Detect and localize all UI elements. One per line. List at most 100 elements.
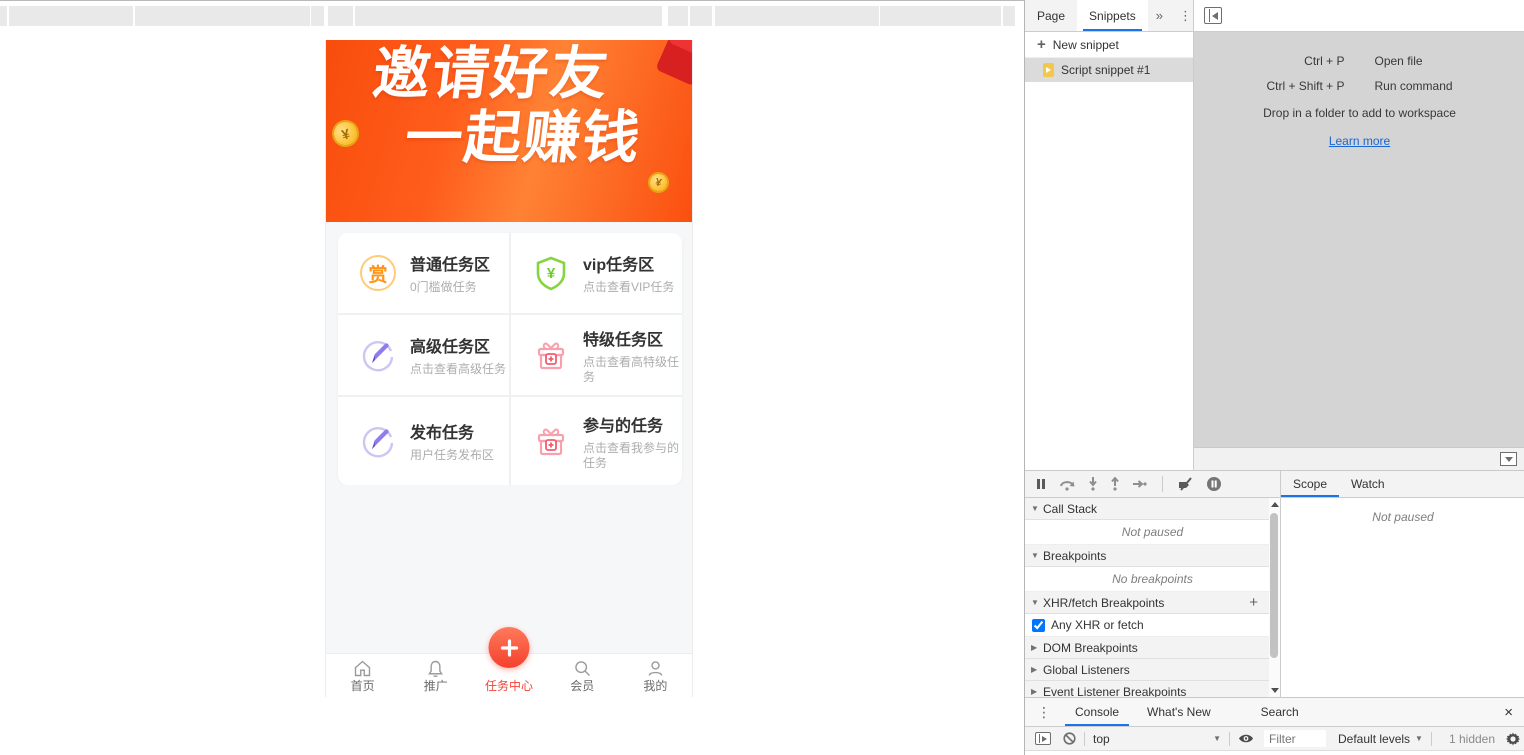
breakpoints-empty: No breakpoints xyxy=(1025,567,1280,592)
hidden-messages-count: 1 hidden xyxy=(1449,732,1495,746)
step-over-icon[interactable] xyxy=(1059,478,1076,491)
add-xhr-breakpoint-icon[interactable]: + xyxy=(1249,594,1258,611)
overflow-tabs-icon[interactable]: » xyxy=(1148,0,1171,31)
caret-down-icon: ▼ xyxy=(1031,551,1043,560)
step-out-icon[interactable] xyxy=(1110,477,1120,491)
log-levels-select[interactable]: Default levels ▼ xyxy=(1338,732,1423,746)
snippet-item-selected[interactable]: Script snippet #1 xyxy=(1025,58,1193,82)
console-filter-input[interactable] xyxy=(1264,730,1326,747)
nav-label: 会员 xyxy=(570,679,594,693)
new-snippet-button[interactable]: + New snippet xyxy=(1025,32,1193,58)
section-call-stack[interactable]: ▼ Call Stack xyxy=(1025,498,1280,520)
task-subtitle: 点击查看高级任务 xyxy=(410,362,506,377)
nav-task-center[interactable]: 任务中心 xyxy=(472,654,545,697)
task-subtitle: 点击查看VIP任务 xyxy=(583,280,674,295)
bottom-nav: 首页 推广 任务中心 会员 我的 xyxy=(326,653,692,697)
tab-snippets[interactable]: Snippets xyxy=(1077,0,1148,31)
tab-placeholder[interactable] xyxy=(715,6,879,26)
scrollbar[interactable] xyxy=(1269,498,1280,697)
invite-banner[interactable]: 邀请好友 一起赚钱 ¥ ¥ xyxy=(326,40,692,222)
tab-placeholder[interactable] xyxy=(880,6,1001,26)
tab-watch[interactable]: Watch xyxy=(1339,471,1397,497)
scroll-down-icon[interactable] xyxy=(1271,688,1279,693)
tab-placeholder[interactable] xyxy=(0,6,7,26)
nav-label: 任务中心 xyxy=(485,679,533,693)
section-dom-breakpoints[interactable]: ▶ DOM Breakpoints xyxy=(1025,637,1280,659)
section-breakpoints[interactable]: ▼ Breakpoints xyxy=(1025,545,1280,567)
tab-placeholder[interactable] xyxy=(690,6,712,26)
tab-page[interactable]: Page xyxy=(1025,0,1077,31)
section-event-listener-breakpoints[interactable]: ▶ Event Listener Breakpoints xyxy=(1025,681,1280,697)
debugger-sidebar: ▼ Call Stack Not paused ▼ Breakpoints No… xyxy=(1025,471,1281,698)
clear-console-icon[interactable] xyxy=(1063,732,1076,745)
bell-icon xyxy=(425,658,446,679)
console-settings-gear-icon[interactable] xyxy=(1506,732,1520,746)
tab-placeholder[interactable] xyxy=(1003,6,1015,26)
divider xyxy=(1229,732,1230,746)
task-cell-publish[interactable]: 发布任务 用户任务发布区 xyxy=(338,397,509,485)
screen: 邀请好友 一起赚钱 ¥ ¥ 赏 普通任务区 0门槛做任务 xyxy=(0,0,1524,755)
toggle-debugger-sidebar-icon[interactable] xyxy=(1500,452,1517,466)
close-drawer-icon[interactable]: × xyxy=(1496,698,1521,727)
task-cell-joined[interactable]: 参与的任务 点击查看我参与的任务 xyxy=(511,397,682,485)
shortcut-keys: Ctrl + Shift + P xyxy=(1220,79,1345,93)
section-global-listeners[interactable]: ▶ Global Listeners xyxy=(1025,659,1280,681)
step-into-icon[interactable] xyxy=(1088,477,1098,491)
caret-right-icon: ▶ xyxy=(1031,687,1043,696)
task-title: 发布任务 xyxy=(410,419,494,443)
tab-placeholder[interactable] xyxy=(668,6,688,26)
red-packet-icon xyxy=(655,40,692,86)
execution-context-select[interactable]: top ▼ xyxy=(1093,732,1221,746)
any-xhr-checkbox[interactable] xyxy=(1032,619,1045,632)
pencil-icon xyxy=(359,422,397,460)
chevron-down-icon: ▼ xyxy=(1213,734,1221,743)
task-cell-advanced[interactable]: 高级任务区 点击查看高级任务 xyxy=(338,315,509,395)
tab-placeholder[interactable] xyxy=(9,6,133,26)
editor-area: Ctrl + P Open file Ctrl + Shift + P Run … xyxy=(1194,0,1524,470)
console-sidebar-icon[interactable] xyxy=(1035,732,1051,745)
browser-tabstrip[interactable] xyxy=(0,0,1024,25)
step-icon[interactable] xyxy=(1132,479,1148,489)
shortcut-keys: Ctrl + P xyxy=(1220,54,1345,68)
live-expression-eye-icon[interactable] xyxy=(1238,733,1254,744)
pause-on-exceptions-icon[interactable] xyxy=(1206,476,1222,492)
tab-search[interactable]: Search xyxy=(1247,698,1313,726)
task-subtitle: 点击查看我参与的任务 xyxy=(583,441,682,471)
learn-more-link[interactable]: Learn more xyxy=(1329,134,1390,148)
nav-member[interactable]: 会员 xyxy=(546,654,619,697)
search-icon xyxy=(572,658,593,679)
coin-icon: ¥ xyxy=(329,117,362,150)
debugger-sections: ▼ Call Stack Not paused ▼ Breakpoints No… xyxy=(1025,498,1280,697)
gift-icon xyxy=(532,336,570,374)
editor-bottom-strip xyxy=(1194,447,1524,470)
deactivate-breakpoints-icon[interactable] xyxy=(1177,477,1194,491)
task-title: 高级任务区 xyxy=(410,333,506,357)
scrollbar-thumb[interactable] xyxy=(1270,513,1278,658)
tab-placeholder[interactable] xyxy=(355,6,662,26)
plus-button-icon[interactable] xyxy=(489,627,530,668)
task-cell-vip[interactable]: ¥ vip任务区 点击查看VIP任务 xyxy=(511,233,682,313)
section-xhr-breakpoints[interactable]: ▼ XHR/fetch Breakpoints + xyxy=(1025,592,1280,614)
nav-home[interactable]: 首页 xyxy=(326,654,399,697)
tab-placeholder[interactable] xyxy=(328,6,353,26)
nav-mine[interactable]: 我的 xyxy=(619,654,692,697)
tab-scope[interactable]: Scope xyxy=(1281,471,1339,497)
drawer-menu-icon[interactable]: ⋮ xyxy=(1025,698,1061,726)
editor-placeholder: Ctrl + P Open file Ctrl + Shift + P Run … xyxy=(1194,32,1524,447)
hide-navigator-icon[interactable] xyxy=(1204,7,1222,24)
task-cell-normal[interactable]: 赏 普通任务区 0门槛做任务 xyxy=(338,233,509,313)
console-toolbar: top ▼ Default levels ▼ 1 hidden xyxy=(1025,727,1524,751)
tab-whats-new[interactable]: What's New xyxy=(1133,698,1225,726)
tab-placeholder[interactable] xyxy=(311,6,324,26)
task-subtitle: 0门槛做任务 xyxy=(410,280,490,295)
pause-script-icon[interactable] xyxy=(1035,478,1047,490)
task-cell-special[interactable]: 特级任务区 点击查看高特级任务 xyxy=(511,315,682,395)
navigator-tabs: Page Snippets » ⋮ xyxy=(1025,0,1193,32)
tab-console[interactable]: Console xyxy=(1061,698,1133,726)
banner-title-line2: 一起赚钱 xyxy=(401,92,647,174)
tab-placeholder[interactable] xyxy=(135,6,310,26)
scroll-up-icon[interactable] xyxy=(1271,502,1279,507)
nav-promo[interactable]: 推广 xyxy=(399,654,472,697)
shield-yen-icon: ¥ xyxy=(532,254,570,292)
browser-page: 邀请好友 一起赚钱 ¥ ¥ 赏 普通任务区 0门槛做任务 xyxy=(0,0,1024,755)
